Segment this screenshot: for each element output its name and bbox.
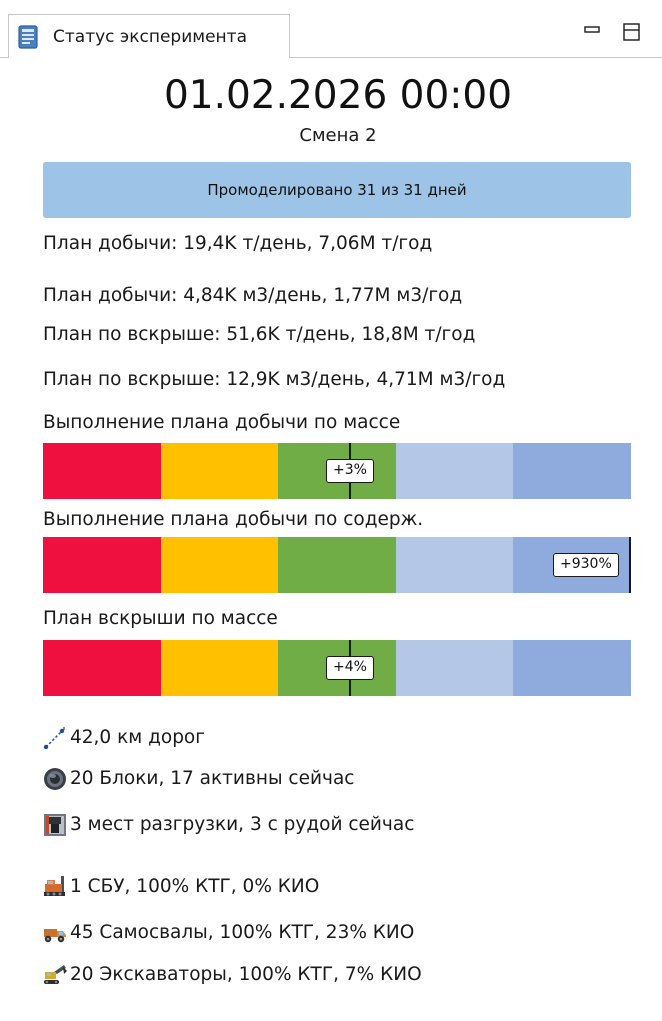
gauge-segment-red bbox=[43, 640, 162, 696]
stat-blocks-text: 20 Блоки, 17 активны сейчас bbox=[70, 768, 355, 789]
mining-plan-volume: План добычи: 4,84K м3/день, 1,77M м3/год bbox=[43, 285, 463, 306]
gauge-value-badge: +3% bbox=[326, 459, 374, 483]
unload-point-icon bbox=[44, 814, 66, 836]
gauge-segment-light-blue bbox=[395, 443, 514, 499]
gauge-mining-mass: +3% bbox=[43, 443, 632, 499]
drill-rig-icon bbox=[44, 876, 65, 896]
stripping-plan-volume: План по вскрыше: 12,9K м3/день, 4,71M м3… bbox=[43, 369, 506, 390]
gauge-title-mining-content: Выполнение плана добычи по содерж. bbox=[43, 509, 424, 530]
road-icon bbox=[43, 727, 65, 750]
stat-unload-points: 3 мест разгрузки, 3 с рудой сейчас bbox=[42, 810, 414, 840]
excavator-icon bbox=[44, 965, 67, 984]
gauge-mining-content: +930% bbox=[43, 537, 632, 593]
stat-drill-rigs: 1 СБУ, 100% КТГ, 0% КИО bbox=[42, 872, 319, 902]
gauge-title-mining-mass: Выполнение плана добычи по массе bbox=[43, 412, 401, 433]
shift-label: Смена 2 bbox=[299, 125, 377, 146]
gauge-segment-red bbox=[43, 537, 162, 593]
maximize-icon[interactable] bbox=[620, 20, 644, 44]
stat-blocks: 20 Блоки, 17 активны сейчас bbox=[42, 764, 354, 794]
gauge-segment-blue bbox=[513, 443, 632, 499]
stat-dump-trucks: 45 Самосвалы, 100% КТГ, 23% КИО bbox=[42, 918, 414, 948]
stat-roads-text: 42,0 км дорог bbox=[70, 727, 205, 748]
stat-dump-trucks-text: 45 Самосвалы, 100% КТГ, 23% КИО bbox=[70, 922, 415, 943]
stripping-plan-tons: План по вскрыше: 51,6K т/день, 18,8M т/г… bbox=[43, 324, 476, 345]
gauge-stripping-mass: +4% bbox=[43, 640, 632, 696]
stat-unload-points-text: 3 мест разгрузки, 3 с рудой сейчас bbox=[70, 814, 415, 835]
gauge-segment-light-blue bbox=[395, 537, 514, 593]
gauge-segment-green bbox=[278, 537, 397, 593]
gauge-value-badge: +4% bbox=[326, 656, 374, 680]
gauge-segment-blue bbox=[513, 640, 632, 696]
gauge-segment-orange bbox=[160, 443, 279, 499]
stat-excavators-text: 20 Экскаваторы, 100% КТГ, 7% КИО bbox=[70, 964, 422, 985]
gauge-segment-red bbox=[43, 443, 162, 499]
tab-title: Статус эксперимента bbox=[53, 27, 247, 47]
progress-label: Промоделировано 31 из 31 дней bbox=[207, 181, 467, 199]
gauge-title-stripping-mass: План вскрыши по массе bbox=[43, 608, 278, 629]
panel-tabbar: Статус эксперимента bbox=[0, 0, 662, 58]
gauge-marker bbox=[629, 537, 631, 593]
simulation-progress-banner: Промоделировано 31 из 31 дней bbox=[43, 162, 631, 218]
block-icon bbox=[44, 768, 66, 790]
gauge-segment-orange bbox=[160, 640, 279, 696]
gauge-segment-orange bbox=[160, 537, 279, 593]
dump-truck-icon bbox=[44, 929, 66, 943]
simulation-datetime: 01.02.2026 00:00 bbox=[163, 73, 513, 118]
stat-drill-rigs-text: 1 СБУ, 100% КТГ, 0% КИО bbox=[70, 876, 320, 897]
minimize-icon[interactable] bbox=[581, 20, 605, 44]
stat-roads: 42,0 км дорог bbox=[42, 723, 205, 753]
document-icon bbox=[18, 25, 38, 49]
tab-experiment-status[interactable]: Статус эксперимента bbox=[8, 14, 290, 58]
gauge-segment-light-blue bbox=[395, 640, 514, 696]
gauge-value-badge: +930% bbox=[553, 553, 619, 577]
mining-plan-tons: План добычи: 19,4K т/день, 7,06M т/год bbox=[43, 233, 433, 254]
stat-excavators: 20 Экскаваторы, 100% КТГ, 7% КИО bbox=[42, 960, 422, 990]
